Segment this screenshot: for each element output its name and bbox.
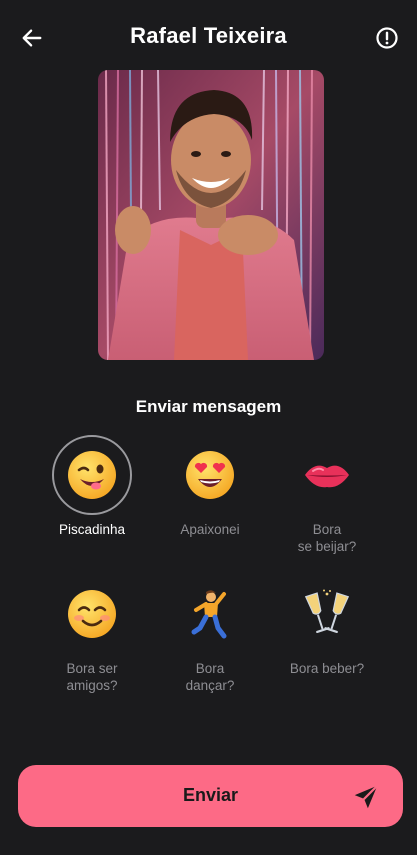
reaction-bora-ser-amigos[interactable]: Bora ser amigos? [27,574,157,694]
header: Rafael Teixeira [0,0,417,74]
send-plane-icon [354,784,379,809]
reaction-piscadinha[interactable]: Piscadinha [27,435,157,538]
reaction-label: Piscadinha [58,522,126,537]
send-button[interactable]: Enviar [18,765,403,827]
reaction-bora-se-beijar[interactable]: Bora se beijar? [262,435,392,555]
reaction-label: Bora se beijar? [297,522,357,554]
section-title: Enviar mensagem [135,397,282,416]
report-button[interactable] [371,22,403,54]
smiling-face-icon [68,590,116,638]
page-title: Rafael Teixeira [130,23,287,48]
dancing-man-icon [191,590,227,639]
reaction-label: Bora dançar? [185,661,235,693]
profile-photo [98,70,324,360]
reaction-label: Apaixonei [180,522,240,537]
reaction-apaixonei[interactable]: Apaixonei [145,435,275,538]
send-button-label: Enviar [182,785,239,805]
reaction-label: Bora ser amigos? [66,661,118,693]
lips-icon [305,465,349,488]
alert-circle-icon [376,27,398,49]
reaction-selected-ring [52,435,132,515]
screen: Rafael Teixeira Enviar mensagem Piscadin… [0,0,417,855]
champagne-glasses-icon [304,589,350,634]
reaction-bora-beber[interactable]: Bora beber? [262,574,392,677]
reaction-label: Bora beber? [289,661,365,676]
winking-face-icon [68,451,116,499]
heart-eyes-face-icon [186,451,234,499]
reaction-bora-dancar[interactable]: Bora dançar? [145,574,275,694]
